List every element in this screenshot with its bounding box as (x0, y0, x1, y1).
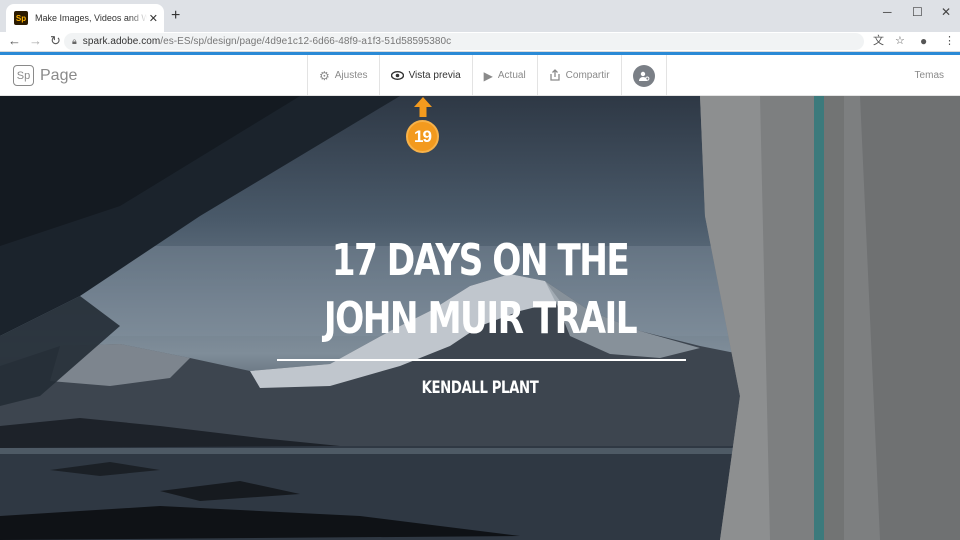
forward-icon[interactable]: → (29, 33, 42, 49)
play-button[interactable]: ▶ Actual (471, 55, 537, 96)
invite-collaborator-icon (632, 64, 655, 87)
back-icon[interactable]: ← (8, 33, 21, 49)
invite-button[interactable] (620, 55, 667, 96)
url-text: spark.adobe.com/es-ES/sp/design/page/4d9… (83, 36, 451, 47)
url-path: /es-ES/sp/design/page/4d9e1c12-6d66-48f9… (160, 36, 452, 47)
maximize-icon[interactable]: ☐ (912, 5, 923, 19)
page-title[interactable]: 17 DAYS ON THE JOHN MUIR TRAIL (285, 232, 675, 348)
share-label: Compartir (565, 70, 610, 81)
tab-title: Make Images, Videos and Web S (35, 13, 147, 23)
browser-tab[interactable]: Sp Make Images, Videos and Web S ✕ (6, 4, 164, 32)
settings-label: Ajustes (334, 70, 368, 81)
spark-logo: Sp (13, 65, 34, 86)
menu-icon[interactable]: ⋮ (944, 34, 955, 48)
browser-tab-bar: Sp Make Images, Videos and Web S ✕ + ─ ☐… (0, 0, 960, 32)
themes-button[interactable]: Temas (915, 70, 944, 81)
share-icon (549, 68, 561, 83)
title-divider (277, 359, 686, 361)
hero-image: 17 DAYS ON THE JOHN MUIR TRAIL KENDALL P… (0, 96, 960, 540)
share-button[interactable]: Compartir (536, 55, 621, 96)
translate-icon[interactable]: 文 (873, 34, 884, 48)
close-tab-icon[interactable]: ✕ (149, 12, 158, 25)
account-icon[interactable]: ● (920, 34, 927, 48)
browser-toolbar: ← → ↻ 🔒︎ spark.adobe.com/es-ES/sp/design… (0, 32, 960, 52)
lock-icon: 🔒︎ (72, 36, 77, 46)
spark-favicon-icon: Sp (14, 11, 28, 25)
minimize-icon[interactable]: ─ (883, 5, 892, 19)
preview-label: Vista previa (408, 70, 461, 81)
window-close-icon[interactable]: ✕ (941, 5, 951, 19)
url-host: spark.adobe.com (82, 36, 161, 47)
eye-icon (390, 70, 404, 82)
play-label: Actual (497, 70, 526, 81)
top-menu: ⚙ Ajustes Vista previa ▶ Actual Comparti… (307, 55, 667, 96)
preview-button[interactable]: Vista previa (378, 55, 472, 96)
new-tab-button[interactable]: + (171, 8, 180, 24)
star-icon[interactable]: ☆ (895, 34, 905, 48)
address-bar[interactable]: 🔒︎ spark.adobe.com/es-ES/sp/design/page/… (64, 33, 864, 50)
step-arrow-icon (414, 97, 432, 117)
spark-header: Sp Page ⚙ Ajustes Vista previa ▶ Actual … (0, 55, 960, 96)
play-icon: ▶ (483, 68, 493, 83)
gear-icon: ⚙ (319, 68, 330, 83)
step-badge: 19 (406, 120, 439, 153)
brand-name: Page (40, 66, 78, 84)
brand[interactable]: Sp Page (13, 65, 77, 86)
settings-button[interactable]: ⚙ Ajustes (307, 55, 379, 96)
author-name[interactable]: KENDALL PLANT (363, 378, 597, 398)
reload-icon[interactable]: ↻ (50, 33, 61, 49)
